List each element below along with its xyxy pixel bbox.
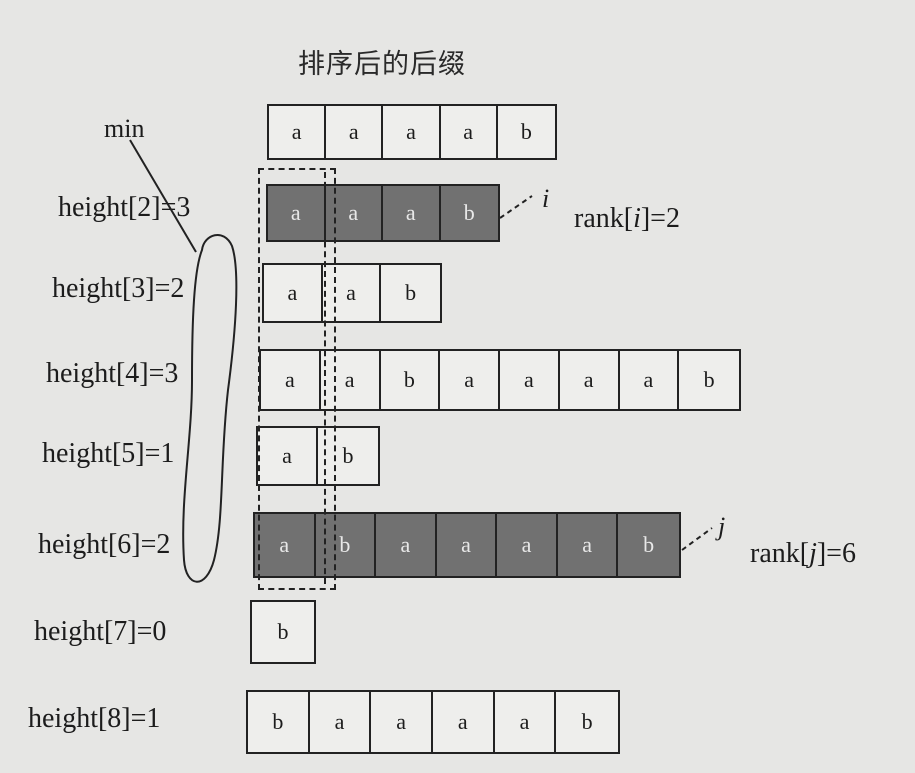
suffix-char-cell: a bbox=[441, 106, 498, 158]
height-label-7: height[7]=0 bbox=[34, 616, 167, 647]
suffix-row-8: baaaab bbox=[246, 690, 620, 754]
min-range-ellipse bbox=[182, 234, 238, 583]
suffix-char-cell: b bbox=[463, 200, 475, 225]
suffix-char-cell: a bbox=[558, 514, 619, 576]
suffix-char-cell: a bbox=[437, 514, 498, 576]
suffix-char-cell: a bbox=[497, 514, 558, 576]
height-label-4: height[4]=3 bbox=[46, 358, 179, 389]
suffix-char-cell: b bbox=[643, 532, 655, 557]
suffix-char-cell: a bbox=[440, 351, 500, 409]
suffix-char-cell: a bbox=[371, 692, 433, 752]
diagram-title: 排序后的后缀 bbox=[298, 49, 466, 80]
common-prefix-divider bbox=[324, 172, 326, 584]
suffix-char-cell: a bbox=[560, 351, 620, 409]
suffix-char-cell: a bbox=[376, 514, 437, 576]
suffix-char-cell: a bbox=[269, 106, 327, 158]
rank-i-label: rank[i]=2 bbox=[574, 203, 680, 234]
height-label-6: height[6]=2 bbox=[38, 529, 171, 560]
suffix-char-cell: a bbox=[433, 692, 495, 752]
suffix-char-cell: b bbox=[703, 367, 715, 392]
i-pointer-line bbox=[499, 195, 533, 219]
height-label-2: height[2]=3 bbox=[58, 192, 191, 223]
suffix-char-cell: a bbox=[620, 351, 680, 409]
suffix-char-cell: a bbox=[383, 106, 441, 158]
suffix-char-cell: b bbox=[405, 280, 417, 305]
j-label: j bbox=[718, 512, 726, 541]
height-label-5: height[5]=1 bbox=[42, 438, 175, 469]
suffix-char-cell: a bbox=[326, 106, 384, 158]
suffix-char-cell: b bbox=[520, 119, 532, 144]
suffix-char-cell: a bbox=[500, 351, 560, 409]
min-label: min bbox=[104, 114, 145, 143]
height-label-3: height[3]=2 bbox=[52, 273, 185, 304]
rank-j-label: rank[j]=6 bbox=[750, 538, 856, 569]
suffix-char-cell: a bbox=[383, 186, 441, 240]
suffix-row-1: aaaab bbox=[267, 104, 557, 160]
suffix-char-cell: b bbox=[581, 709, 593, 734]
suffix-char-cell: b bbox=[248, 692, 310, 752]
suffix-char-cell: a bbox=[495, 692, 557, 752]
suffix-char-cell: a bbox=[310, 692, 372, 752]
j-pointer-line bbox=[681, 527, 713, 551]
suffix-char-cell: b bbox=[277, 619, 289, 644]
suffix-char-cell: b bbox=[381, 351, 441, 409]
diagram-canvas: 排序后的后缀 min a a a a b height[2]=3 a a a b height[3]… bbox=[0, 0, 915, 773]
suffix-row-7: b bbox=[250, 600, 316, 664]
i-label: i bbox=[542, 184, 550, 213]
height-label-8: height[8]=1 bbox=[28, 703, 161, 734]
